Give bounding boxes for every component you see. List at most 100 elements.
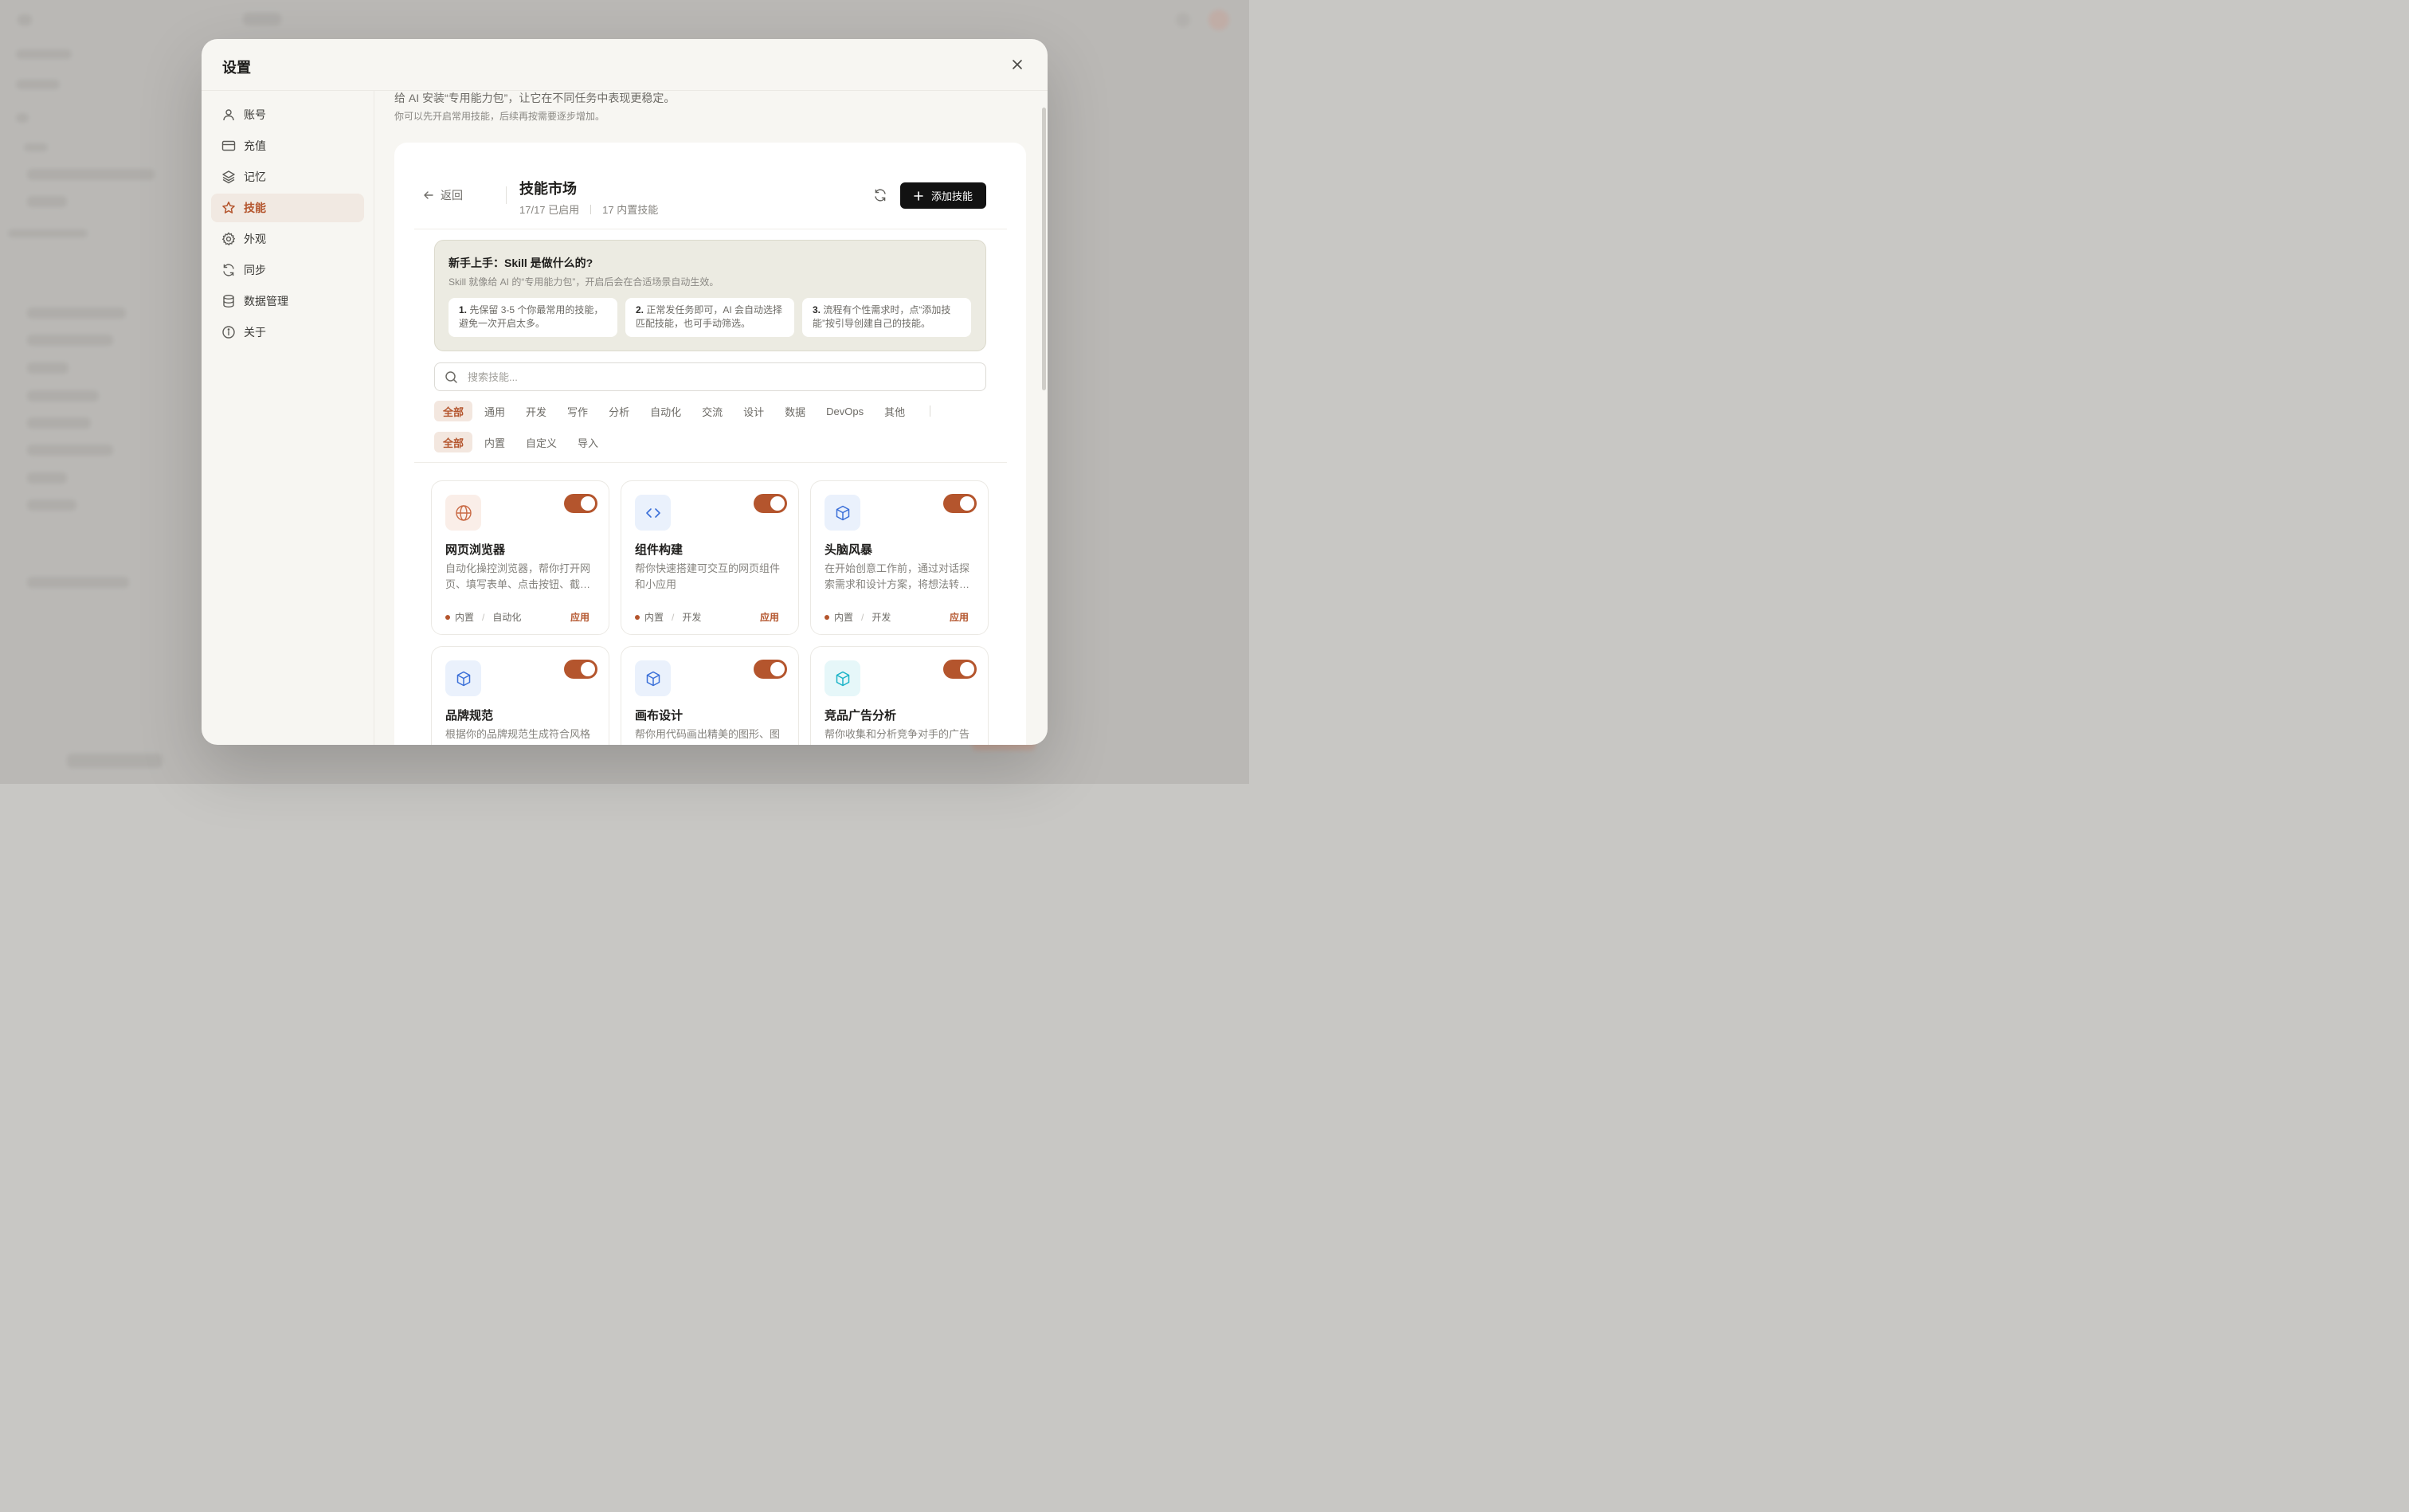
skill-card[interactable]: 竞品广告分析 帮你收集和分析竞争对手的广告 bbox=[810, 646, 989, 745]
refresh-button[interactable] bbox=[873, 188, 887, 202]
settings-dialog: 设置 账号 充值 记忆 技能 外观 同步 数据管理 关于 给 AI 安装“专用能… bbox=[202, 39, 1048, 745]
skill-icon-box bbox=[825, 495, 860, 531]
sync-icon bbox=[221, 263, 236, 277]
sidebar-item-data-management[interactable]: 数据管理 bbox=[211, 287, 364, 315]
layers-icon bbox=[221, 170, 236, 184]
builtin-count: 17 内置技能 bbox=[602, 204, 659, 216]
market-title: 技能市场 bbox=[519, 181, 577, 197]
code-icon bbox=[645, 507, 660, 518]
dialog-header: 设置 bbox=[202, 39, 1048, 91]
skill-card[interactable]: 画布设计 帮你用代码画出精美的图形、图 bbox=[621, 646, 799, 745]
skill-market-panel: 返回 技能市场 17/17 已启用 17 内置技能 添加技能 新手上手：Skil… bbox=[394, 143, 1026, 745]
star-icon bbox=[221, 201, 236, 215]
filter-category-automation[interactable]: 自动化 bbox=[641, 401, 690, 421]
close-icon bbox=[1013, 60, 1022, 69]
filter-source-custom[interactable]: 自定义 bbox=[517, 432, 566, 452]
filter-category-data[interactable]: 数据 bbox=[776, 401, 814, 421]
market-stats: 17/17 已启用 17 内置技能 bbox=[519, 202, 658, 217]
skill-desc: 帮你收集和分析竞争对手的广告 bbox=[825, 728, 970, 740]
close-button[interactable] bbox=[1009, 57, 1025, 72]
apply-button[interactable]: 应用 bbox=[760, 610, 779, 624]
skill-meta: 内置 / 开发 bbox=[825, 610, 891, 624]
credit-card-icon bbox=[221, 139, 236, 153]
filter-category-writing[interactable]: 写作 bbox=[558, 401, 597, 421]
skill-toggle[interactable] bbox=[564, 494, 597, 513]
sidebar-item-sync[interactable]: 同步 bbox=[211, 256, 364, 284]
skill-toggle[interactable] bbox=[943, 494, 977, 513]
cube-icon bbox=[456, 671, 470, 686]
filter-category-analysis[interactable]: 分析 bbox=[600, 401, 638, 421]
globe-icon bbox=[455, 504, 472, 521]
filter-category-communication[interactable]: 交流 bbox=[693, 401, 731, 421]
sidebar-item-label: 充值 bbox=[244, 139, 266, 152]
settings-sidebar: 账号 充值 记忆 技能 外观 同步 数据管理 关于 bbox=[202, 90, 374, 745]
skill-source: 内置 bbox=[644, 612, 664, 623]
intro-text: 给 AI 安装“专用能力包”，让它在不同任务中表现更稳定。 bbox=[394, 92, 676, 104]
sidebar-item-skills[interactable]: 技能 bbox=[211, 194, 364, 222]
filter-category-devops[interactable]: DevOps bbox=[817, 401, 872, 421]
skill-source: 内置 bbox=[455, 612, 475, 623]
scrollbar[interactable] bbox=[1042, 108, 1046, 390]
filter-category-general[interactable]: 通用 bbox=[476, 401, 514, 421]
filter-category-all[interactable]: 全部 bbox=[434, 401, 473, 421]
guide-step: 3. 流程有个性需求时，点“添加技能”按引导创建自己的技能。 bbox=[802, 298, 971, 337]
back-label: 返回 bbox=[441, 189, 463, 202]
filter-source-all[interactable]: 全部 bbox=[434, 432, 473, 452]
cube-icon bbox=[646, 671, 660, 686]
skill-card[interactable]: 组件构建 帮你快速搭建可交互的网页组件和小应用 内置 / 开发 应用 bbox=[621, 480, 799, 635]
sidebar-item-appearance[interactable]: 外观 bbox=[211, 225, 364, 253]
arrow-left-icon bbox=[424, 191, 433, 199]
skill-name: 网页浏览器 bbox=[445, 543, 506, 557]
skill-icon-box bbox=[825, 660, 860, 696]
sidebar-item-recharge[interactable]: 充值 bbox=[211, 131, 364, 160]
sidebar-item-label: 关于 bbox=[244, 326, 266, 339]
skill-desc: 帮你用代码画出精美的图形、图 bbox=[635, 728, 781, 740]
sidebar-item-about[interactable]: 关于 bbox=[211, 318, 364, 347]
skill-meta: 内置 / 开发 bbox=[635, 610, 701, 624]
skill-desc: 帮你快速搭建可交互的网页组件和小应用 bbox=[635, 562, 781, 590]
sidebar-item-memory[interactable]: 记忆 bbox=[211, 163, 364, 191]
skill-card[interactable]: 网页浏览器 自动化操控浏览器，帮你打开网页、填写表单、点击按钮、截图和提取页面内… bbox=[431, 480, 609, 635]
user-icon bbox=[221, 108, 236, 122]
skill-name: 品牌规范 bbox=[445, 709, 494, 723]
cube-icon bbox=[836, 505, 849, 520]
guide-title: 新手上手：Skill 是做什么的? bbox=[449, 257, 593, 269]
guide-step: 1. 先保留 3-5 个你最常用的技能，避免一次开启太多。 bbox=[449, 298, 617, 337]
sidebar-item-label: 同步 bbox=[244, 264, 266, 276]
skill-name: 竞品广告分析 bbox=[825, 709, 897, 723]
skill-desc: 在开始创意工作前，通过对话探索需求和设计方案，将想法转化为完整方案 bbox=[825, 562, 970, 590]
filter-category-dev[interactable]: 开发 bbox=[517, 401, 555, 421]
skill-desc: 根据你的品牌规范生成符合风格 bbox=[445, 728, 591, 740]
skill-toggle[interactable] bbox=[564, 660, 597, 679]
skill-card[interactable]: 头脑风暴 在开始创意工作前，通过对话探索需求和设计方案，将想法转化为完整方案 内… bbox=[810, 480, 989, 635]
guide-step: 2. 正常发任务即可，AI 会自动选择匹配技能，也可手动筛选。 bbox=[625, 298, 794, 337]
sidebar-item-account[interactable]: 账号 bbox=[211, 100, 364, 129]
settings-content[interactable]: 给 AI 安装“专用能力包”，让它在不同任务中表现更稳定。 你可以先开启常用技能… bbox=[374, 90, 1048, 745]
sidebar-item-label: 外观 bbox=[244, 233, 266, 245]
beginner-guide: 新手上手：Skill 是做什么的? Skill 就像给 AI 的“专用能力包”，… bbox=[434, 240, 986, 351]
skill-search[interactable] bbox=[434, 362, 986, 391]
skill-name: 画布设计 bbox=[635, 709, 684, 723]
intro-subtext: 你可以先开启常用技能，后续再按需要逐步增加。 bbox=[394, 111, 605, 122]
filter-source-imported[interactable]: 导入 bbox=[569, 432, 607, 452]
guide-desc: Skill 就像给 AI 的“专用能力包”，开启后会在合适场景自动生效。 bbox=[449, 276, 719, 288]
category-filter-bar: 全部 通用 开发 写作 分析 自动化 交流 设计 数据 DevOps 其他 bbox=[434, 401, 931, 421]
apply-button[interactable]: 应用 bbox=[950, 610, 969, 624]
sidebar-item-label: 记忆 bbox=[244, 170, 266, 183]
search-input[interactable] bbox=[466, 370, 947, 384]
back-button[interactable]: 返回 bbox=[423, 187, 463, 203]
skill-icon-box bbox=[445, 495, 481, 531]
skill-desc: 自动化操控浏览器，帮你打开网页、填写表单、点击按钮、截图和提取页面内容 bbox=[445, 562, 591, 590]
skill-card[interactable]: 品牌规范 根据你的品牌规范生成符合风格 bbox=[431, 646, 609, 745]
skill-toggle[interactable] bbox=[754, 494, 787, 513]
filter-category-other[interactable]: 其他 bbox=[875, 401, 914, 421]
skill-name: 组件构建 bbox=[635, 543, 684, 557]
filter-source-builtin[interactable]: 内置 bbox=[476, 432, 514, 452]
apply-button[interactable]: 应用 bbox=[570, 610, 590, 624]
plus-icon bbox=[914, 190, 923, 201]
skill-icon-box bbox=[445, 660, 481, 696]
skill-toggle[interactable] bbox=[943, 660, 977, 679]
filter-category-design[interactable]: 设计 bbox=[734, 401, 773, 421]
add-skill-button[interactable]: 添加技能 bbox=[900, 182, 986, 209]
skill-toggle[interactable] bbox=[754, 660, 787, 679]
